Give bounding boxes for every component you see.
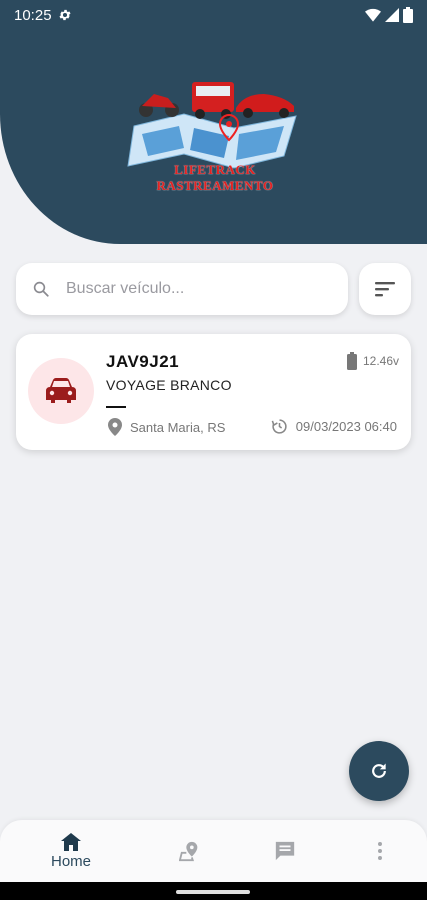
search-input[interactable] (66, 280, 306, 298)
nav-more[interactable] (340, 820, 420, 882)
message-icon (275, 841, 295, 861)
lifetrack-logo: LIFETRACK RASTREAMENTO (124, 76, 306, 196)
car-icon (46, 378, 76, 403)
vehicle-card[interactable]: JAV9J21 VOYAGE BRANCO 12.46v Santa Maria… (16, 334, 411, 450)
home-icon (61, 832, 81, 851)
signal-icon (385, 8, 399, 22)
vehicle-location: Santa Maria, RS (108, 418, 225, 436)
datetime-text: 09/03/2023 06:40 (295, 419, 397, 434)
location-text: Santa Maria, RS (130, 419, 226, 435)
gesture-handle[interactable] (176, 890, 250, 894)
search-bar[interactable] (16, 263, 348, 315)
more-vert-icon (378, 842, 382, 860)
nav-home[interactable]: Home (31, 820, 111, 882)
refresh-button[interactable] (349, 741, 409, 801)
battery-voltage: 12.46v (362, 354, 399, 368)
vehicle-status-indicator (106, 406, 126, 408)
history-icon (271, 419, 287, 434)
vehicle-last-update: 09/03/2023 06:40 (271, 418, 397, 435)
battery-info: 12.46v (346, 352, 399, 370)
location-pin-icon (108, 418, 122, 436)
status-time: 10:25 (14, 6, 52, 24)
refresh-icon (372, 763, 386, 778)
settings-icon (59, 9, 71, 21)
search-icon (33, 281, 49, 297)
vehicle-model: VOYAGE BRANCO (106, 377, 232, 393)
vehicle-plate: JAV9J21 (106, 352, 180, 371)
battery-level-icon (346, 352, 357, 370)
battery-icon (403, 7, 413, 23)
status-bar: 10:25 (0, 0, 427, 30)
nav-home-label: Home (50, 852, 91, 870)
vehicle-avatar (28, 358, 94, 424)
filter-button[interactable] (359, 263, 411, 315)
wifi-icon (365, 8, 381, 22)
brand-line2: RASTREAMENTO (156, 178, 274, 193)
brand-line1: LIFETRACK (174, 162, 256, 177)
nav-map[interactable] (150, 820, 230, 882)
sort-icon (375, 282, 395, 297)
map-pin-icon (179, 841, 198, 862)
nav-messages[interactable] (245, 820, 325, 882)
bottom-navigation: Home (0, 820, 427, 882)
gesture-bar (0, 882, 427, 900)
